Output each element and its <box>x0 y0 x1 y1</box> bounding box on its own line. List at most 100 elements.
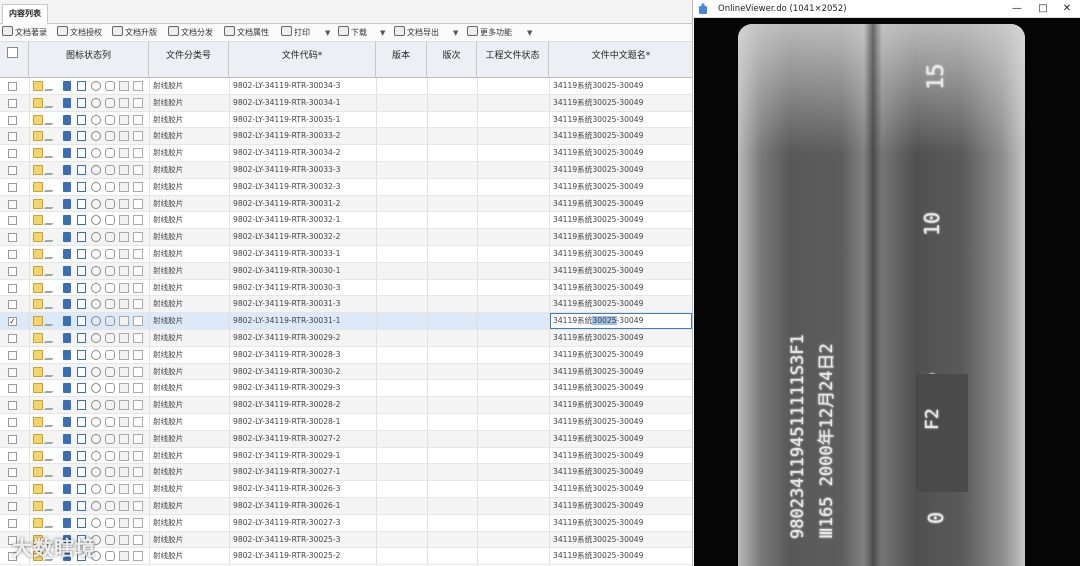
row-checkbox[interactable] <box>8 417 17 427</box>
preview-icon[interactable] <box>77 416 86 427</box>
status-circle-icon[interactable] <box>91 316 101 327</box>
column-header-category[interactable]: 文件分类号 <box>149 42 229 78</box>
row-checkbox[interactable] <box>8 132 17 142</box>
more-functions-button[interactable]: 更多功能 <box>467 26 512 40</box>
status-circle-icon[interactable] <box>91 433 101 444</box>
row-checkbox[interactable] <box>8 266 17 276</box>
page-icon[interactable] <box>133 467 143 478</box>
preview-icon[interactable] <box>77 366 86 377</box>
table-row[interactable]: 射线胶片 9802-LY-34119-RTR-30028-3 34119系统3002… <box>0 346 692 364</box>
attachment-icon[interactable] <box>119 383 129 394</box>
page-icon[interactable] <box>133 517 143 528</box>
maximize-button[interactable]: □ <box>1030 0 1056 18</box>
page-icon[interactable] <box>133 198 143 209</box>
row-checkbox[interactable] <box>8 249 17 259</box>
edit-icon[interactable] <box>43 198 61 209</box>
xray-film-image[interactable]: 15 10 5 0 9802341194511111S3F1 Ⅲ165 2000… <box>738 24 1025 566</box>
document-icon[interactable] <box>63 265 71 276</box>
preview-icon[interactable] <box>77 400 86 411</box>
status-circle-icon[interactable] <box>91 198 101 209</box>
status-circle-icon[interactable] <box>91 148 101 159</box>
comment-icon[interactable] <box>105 131 115 142</box>
preview-icon[interactable] <box>77 349 86 360</box>
page-icon[interactable] <box>133 299 143 310</box>
page-icon[interactable] <box>133 500 143 511</box>
page-icon[interactable] <box>133 181 143 192</box>
table-row[interactable]: 射线胶片 9802-LY-34119-RTR-30034-1 34119系统3002… <box>0 94 692 112</box>
document-icon[interactable] <box>63 467 71 478</box>
table-row[interactable]: 射线胶片 9802-LY-34119-RTR-30030-1 34119系统3002… <box>0 262 692 280</box>
table-row[interactable]: 射线胶片 9802-LY-34119-RTR-30035-1 34119系统3002… <box>0 111 692 129</box>
attachment-icon[interactable] <box>119 500 129 511</box>
select-all-checkbox[interactable] <box>7 47 18 58</box>
page-icon[interactable] <box>133 265 143 276</box>
comment-icon[interactable] <box>105 265 115 276</box>
preview-icon[interactable] <box>77 248 86 259</box>
document-icon[interactable] <box>63 131 71 142</box>
preview-icon[interactable] <box>77 164 86 175</box>
folder-icon[interactable] <box>33 416 43 427</box>
column-header-icon-status[interactable]: 图标状态列 <box>29 42 149 78</box>
row-checkbox[interactable] <box>8 468 17 478</box>
status-circle-icon[interactable] <box>91 97 101 108</box>
attachment-icon[interactable] <box>119 299 129 310</box>
export-button[interactable]: 文档导出 <box>394 26 439 40</box>
document-icon[interactable] <box>63 383 71 394</box>
status-circle-icon[interactable] <box>91 517 101 528</box>
table-row[interactable]: 射线胶片 9802-LY-34119-RTR-30033-1 34119系统3002… <box>0 245 692 263</box>
properties-button[interactable]: 文档属性 <box>224 26 269 40</box>
folder-icon[interactable] <box>33 148 43 159</box>
folder-icon[interactable] <box>33 215 43 226</box>
upgrade-version-button[interactable]: 文档升版 <box>112 26 157 40</box>
folder-icon[interactable] <box>33 433 43 444</box>
preview-icon[interactable] <box>77 282 86 293</box>
edit-icon[interactable] <box>43 517 61 528</box>
download-dropdown-caret[interactable]: ▼ <box>380 26 385 40</box>
row-checkbox[interactable] <box>8 165 17 175</box>
row-checkbox[interactable] <box>8 216 17 226</box>
status-circle-icon[interactable] <box>91 366 101 377</box>
preview-icon[interactable] <box>77 467 86 478</box>
attachment-icon[interactable] <box>119 534 129 545</box>
attachment-icon[interactable] <box>119 517 129 528</box>
table-row[interactable]: 射线胶片 9802-LY-34119-RTR-30028-1 34119系统3002… <box>0 413 692 431</box>
more-dropdown-caret[interactable]: ▼ <box>527 26 532 40</box>
comment-icon[interactable] <box>105 232 115 243</box>
comment-icon[interactable] <box>105 148 115 159</box>
status-circle-icon[interactable] <box>91 400 101 411</box>
document-icon[interactable] <box>63 248 71 259</box>
attachment-icon[interactable] <box>119 551 129 562</box>
attachment-icon[interactable] <box>119 81 129 91</box>
document-icon[interactable] <box>63 81 71 91</box>
comment-icon[interactable] <box>105 467 115 478</box>
table-row[interactable]: 射线胶片 9802-LY-34119-RTR-30027-3 34119系统3002… <box>0 514 692 532</box>
row-checkbox[interactable] <box>8 518 17 528</box>
folder-icon[interactable] <box>33 114 43 125</box>
folder-icon[interactable] <box>33 467 43 478</box>
status-circle-icon[interactable] <box>91 248 101 259</box>
attachment-icon[interactable] <box>119 416 129 427</box>
comment-icon[interactable] <box>105 517 115 528</box>
download-button[interactable]: 下载 <box>338 26 367 40</box>
column-header-version[interactable]: 版本 <box>376 42 427 78</box>
comment-icon[interactable] <box>105 366 115 377</box>
comment-icon[interactable] <box>105 383 115 394</box>
folder-icon[interactable] <box>33 299 43 310</box>
comment-icon[interactable] <box>105 551 115 562</box>
comment-icon[interactable] <box>105 181 115 192</box>
document-icon[interactable] <box>63 114 71 125</box>
table-row[interactable]: 射线胶片 9802-LY-34119-RTR-30031-3 34119系统3002… <box>0 296 692 314</box>
preview-icon[interactable] <box>77 433 86 444</box>
table-row[interactable]: 射线胶片 9802-LY-34119-RTR-30029-2 34119系统3002… <box>0 329 692 347</box>
attachment-icon[interactable] <box>119 181 129 192</box>
document-icon[interactable] <box>63 349 71 360</box>
attachment-icon[interactable] <box>119 215 129 226</box>
edit-icon[interactable] <box>43 383 61 394</box>
status-circle-icon[interactable] <box>91 81 101 91</box>
attachment-icon[interactable] <box>119 114 129 125</box>
folder-icon[interactable] <box>33 81 43 91</box>
page-icon[interactable] <box>133 534 143 545</box>
document-icon[interactable] <box>63 299 71 310</box>
chinese-title-cell[interactable]: 34119系统30025-30049 <box>550 313 692 329</box>
table-row[interactable]: 射线胶片 9802-LY-34119-RTR-30025-2 34119系统3002… <box>0 548 692 566</box>
